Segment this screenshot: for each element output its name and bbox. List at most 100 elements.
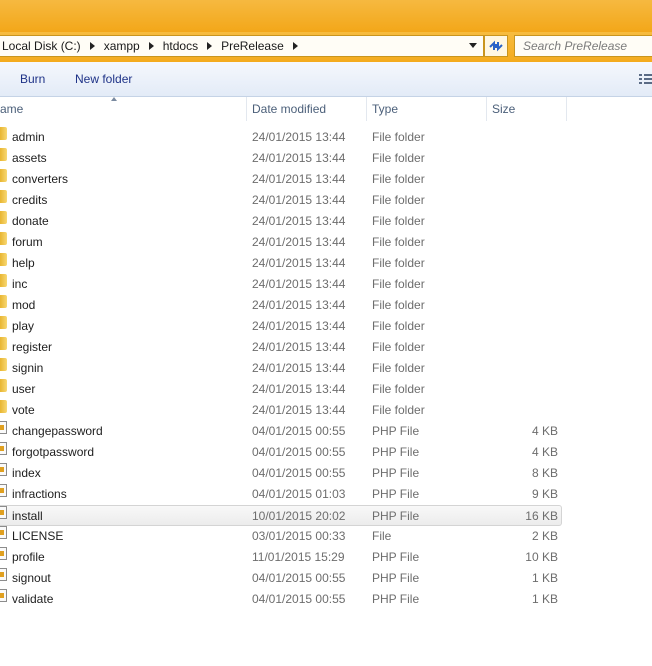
file-type: File folder [372, 235, 425, 249]
file-type: File [372, 529, 392, 543]
file-list: admin 24/01/2015 13:44 File folder assets 24… [0, 127, 652, 610]
file-type: File folder [372, 277, 425, 291]
breadcrumb-arrow-icon[interactable] [89, 42, 95, 50]
file-row[interactable]: mod 24/01/2015 13:44 File folder [0, 295, 652, 316]
file-name: user [12, 382, 36, 396]
file-name: validate [12, 592, 54, 606]
new-folder-button[interactable]: New folder [75, 72, 132, 86]
folder-icon [0, 274, 7, 287]
file-row[interactable]: changepassword 04/01/2015 00:55 PHP File 4 … [0, 421, 652, 442]
file-row[interactable]: validate 04/01/2015 00:55 PHP File 1 KB [0, 589, 652, 610]
file-row[interactable]: inc 24/01/2015 13:44 File folder [0, 274, 652, 295]
breadcrumb-arrow-icon[interactable] [148, 42, 154, 50]
breadcrumb-htdocs[interactable]: htdocs [161, 36, 219, 56]
address-row: Local Disk (C:) xampp htdocs PreRelease … [0, 32, 652, 62]
address-dropdown-icon[interactable] [469, 43, 477, 48]
column-divider[interactable] [566, 97, 567, 121]
file-date-modified: 04/01/2015 01:03 [252, 487, 346, 501]
file-date-modified: 24/01/2015 13:44 [252, 340, 346, 354]
folder-icon [0, 232, 7, 245]
file-row[interactable]: credits 24/01/2015 13:44 File folder [0, 190, 652, 211]
file-row[interactable]: signout 04/01/2015 00:55 PHP File 1 KB [0, 568, 652, 589]
breadcrumb-xampp[interactable]: xampp [102, 36, 161, 56]
file-date-modified: 24/01/2015 13:44 [252, 193, 346, 207]
window-title-bar [0, 0, 652, 32]
file-icon [0, 463, 7, 476]
file-date-modified: 24/01/2015 13:44 [252, 214, 346, 228]
folder-icon [0, 379, 7, 392]
file-row[interactable]: profile 11/01/2015 15:29 PHP File 10 KB [0, 547, 652, 568]
column-type[interactable]: Type [366, 97, 486, 121]
folder-icon [0, 295, 7, 308]
file-type: PHP File [372, 424, 420, 438]
file-type: PHP File [372, 487, 420, 501]
folder-icon [0, 211, 7, 224]
file-icon [0, 589, 7, 602]
file-row[interactable]: converters 24/01/2015 13:44 File folder [0, 169, 652, 190]
file-row[interactable]: vote 24/01/2015 13:44 File folder [0, 400, 652, 421]
file-row[interactable]: admin 24/01/2015 13:44 File folder [0, 127, 652, 148]
folder-icon [0, 253, 7, 266]
file-icon [0, 568, 7, 581]
breadcrumb-arrow-icon[interactable] [292, 42, 298, 50]
file-name: index [12, 466, 41, 480]
file-size: 1 KB [531, 571, 558, 585]
breadcrumb-prerelease[interactable]: PreRelease [219, 36, 305, 56]
file-icon [0, 526, 7, 539]
file-name: converters [12, 172, 69, 186]
folder-icon [0, 400, 7, 413]
file-type: PHP File [372, 550, 420, 564]
folder-icon [0, 190, 7, 203]
file-row[interactable]: index 04/01/2015 00:55 PHP File 8 KB [0, 463, 652, 484]
file-type: PHP File [372, 571, 420, 585]
burn-button[interactable]: Burn [20, 72, 45, 86]
change-view-icon[interactable] [638, 72, 652, 85]
file-name: inc [12, 277, 28, 291]
file-date-modified: 04/01/2015 00:55 [252, 571, 346, 585]
file-type: File folder [372, 382, 425, 396]
file-icon [0, 484, 7, 497]
file-date-modified: 04/01/2015 00:55 [252, 424, 346, 438]
file-size: 16 KB [525, 509, 558, 523]
file-size: 4 KB [531, 445, 558, 459]
file-row[interactable]: help 24/01/2015 13:44 File folder [0, 253, 652, 274]
file-name: donate [12, 214, 49, 228]
search-input[interactable]: Search PreRelease [514, 35, 652, 57]
file-row[interactable]: user 24/01/2015 13:44 File folder [0, 379, 652, 400]
file-row[interactable]: infractions 04/01/2015 01:03 PHP File 9 KB [0, 484, 652, 505]
file-icon [0, 506, 7, 519]
column-header: ame Date modified Type Size [0, 97, 652, 121]
file-row[interactable]: signin 24/01/2015 13:44 File folder [0, 358, 652, 379]
file-size: 9 KB [531, 487, 558, 501]
file-row[interactable]: donate 24/01/2015 13:44 File folder [0, 211, 652, 232]
column-date-modified[interactable]: Date modified [246, 97, 366, 121]
file-type: File folder [372, 340, 425, 354]
file-icon [0, 547, 7, 560]
file-name: forum [12, 235, 43, 249]
file-date-modified: 24/01/2015 13:44 [252, 256, 346, 270]
file-date-modified: 24/01/2015 13:44 [252, 130, 346, 144]
breadcrumb-arrow-icon[interactable] [207, 42, 213, 50]
file-date-modified: 04/01/2015 00:55 [252, 445, 346, 459]
file-row[interactable]: assets 24/01/2015 13:44 File folder [0, 148, 652, 169]
column-size[interactable]: Size [486, 97, 566, 121]
file-row[interactable]: install 10/01/2015 20:02 PHP File 16 KB [0, 505, 562, 526]
file-row[interactable]: register 24/01/2015 13:44 File folder [0, 337, 652, 358]
refresh-icon [489, 40, 503, 52]
file-name: mod [12, 298, 36, 312]
file-name: infractions [12, 487, 67, 501]
file-row[interactable]: play 24/01/2015 13:44 File folder [0, 316, 652, 337]
file-date-modified: 10/01/2015 20:02 [252, 509, 346, 523]
file-type: PHP File [372, 445, 420, 459]
file-date-modified: 24/01/2015 13:44 [252, 361, 346, 375]
column-name[interactable]: ame [0, 97, 246, 121]
file-type: File folder [372, 172, 425, 186]
file-row[interactable]: forum 24/01/2015 13:44 File folder [0, 232, 652, 253]
breadcrumb-local-disk[interactable]: Local Disk (C:) [0, 36, 102, 56]
folder-icon [0, 169, 7, 182]
refresh-button[interactable] [484, 35, 508, 57]
address-bar[interactable]: Local Disk (C:) xampp htdocs PreRelease [0, 35, 484, 57]
file-name: assets [12, 151, 47, 165]
file-row[interactable]: LICENSE 03/01/2015 00:33 File 2 KB [0, 526, 652, 547]
file-row[interactable]: forgotpassword 04/01/2015 00:55 PHP File 4 … [0, 442, 652, 463]
